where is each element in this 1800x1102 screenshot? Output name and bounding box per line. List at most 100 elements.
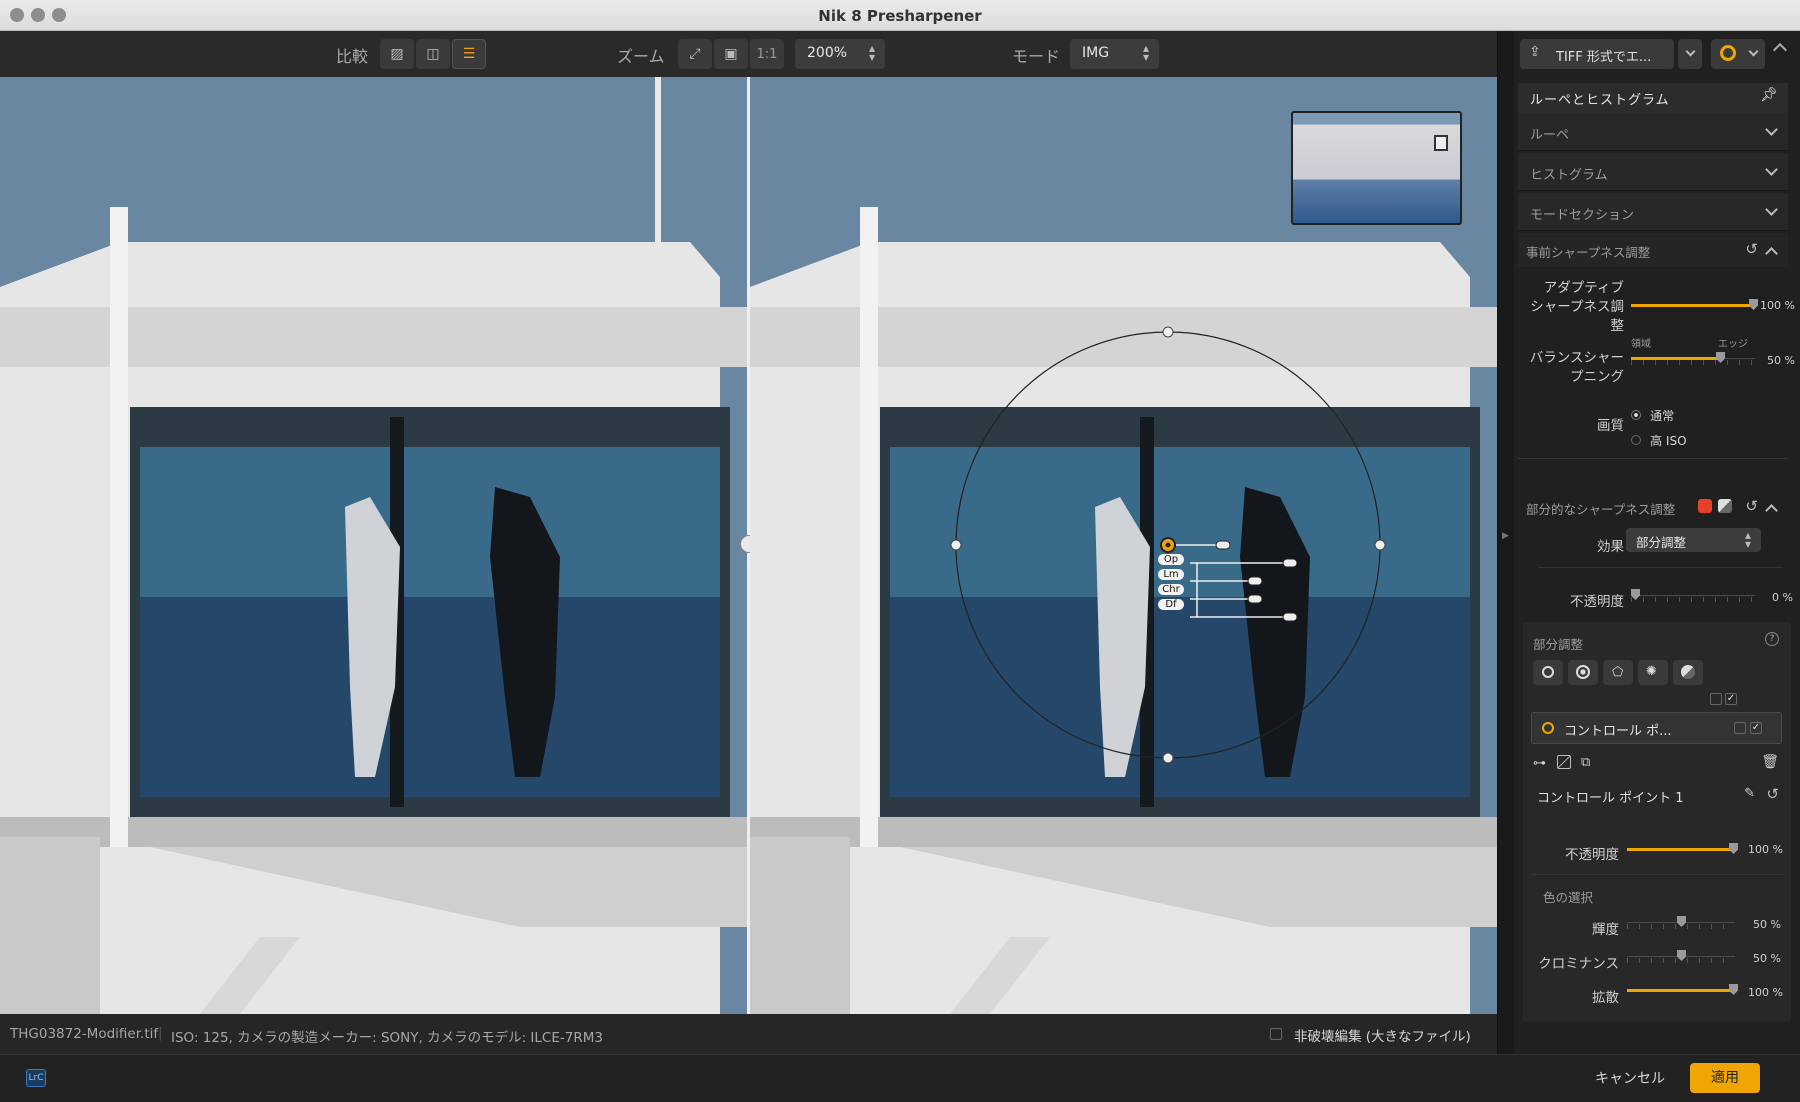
- slider-fill: [1627, 989, 1735, 992]
- luminance-mask-button[interactable]: [1673, 660, 1703, 685]
- opacity-slider[interactable]: [1631, 588, 1755, 602]
- diffusion-slider-handle[interactable]: [1282, 612, 1298, 622]
- luminance-mask-icon: [1681, 665, 1695, 679]
- control-point-list-item[interactable]: コントロール ポ... ✓: [1531, 712, 1782, 744]
- zoom-select[interactable]: 200% ▴ ▾: [795, 39, 885, 69]
- opacity-slider-handle[interactable]: [1282, 558, 1298, 568]
- zoom-fill-button[interactable]: ▣: [714, 39, 748, 69]
- mode-section[interactable]: モードセクション: [1518, 193, 1788, 231]
- image-viewer[interactable]: Op Lm Chr Df: [0, 77, 1497, 1014]
- eyedropper-icon[interactable]: ✎: [1744, 786, 1755, 801]
- loupe-histogram-title: ルーペとヒストグラム: [1530, 93, 1670, 108]
- cancel-button[interactable]: キャンセル: [1595, 1068, 1665, 1088]
- control-point-radius-handle[interactable]: [1162, 326, 1174, 338]
- diffusion-slider[interactable]: [1627, 983, 1738, 997]
- cp-opacity-slider[interactable]: [1627, 842, 1738, 856]
- reset-icon[interactable]: ↺: [1766, 785, 1779, 803]
- chrominance-slider-handle[interactable]: [1247, 594, 1263, 604]
- polygon-tool-button[interactable]: ⬠: [1603, 660, 1633, 685]
- compare-single-button[interactable]: ▨: [380, 39, 414, 69]
- add-control-point-group-button[interactable]: [1568, 660, 1598, 685]
- control-point-name: コントロール ポイント 1: [1537, 791, 1684, 806]
- control-point-labels: Op Lm Chr Df: [1158, 554, 1184, 610]
- effect-select[interactable]: 部分調整 ▴ ▾: [1626, 528, 1761, 552]
- local-adjustments-title: 部分調整: [1533, 637, 1584, 652]
- apply-button[interactable]: 適用: [1690, 1063, 1760, 1093]
- luminance-slider[interactable]: [1627, 915, 1735, 929]
- share-icon: ⇪: [1529, 44, 1541, 60]
- presharpen-title: 事前シャープネス調整: [1526, 245, 1651, 260]
- effect-label: 効果: [1597, 539, 1624, 555]
- chevron-up-icon[interactable]: [1765, 504, 1778, 517]
- reset-icon[interactable]: ↺: [1745, 497, 1758, 515]
- control-point-radius-handle[interactable]: [1374, 539, 1386, 551]
- navigator-toggle-icon[interactable]: [1434, 135, 1448, 151]
- zoom-label: ズーム: [617, 47, 665, 66]
- chevron-up-icon[interactable]: [1765, 247, 1778, 260]
- help-icon[interactable]: ?: [1765, 632, 1779, 646]
- non-destructive-checkbox[interactable]: [1270, 1028, 1282, 1040]
- quality-radio-normal[interactable]: 通常: [1631, 405, 1674, 424]
- mask-view-icon[interactable]: [1557, 755, 1571, 769]
- diffusion-label: 拡散: [1592, 990, 1619, 1006]
- pin-icon[interactable]: 📌︎: [1760, 87, 1778, 103]
- control-point-group-icon: [1576, 665, 1590, 679]
- presets-button[interactable]: [1711, 39, 1765, 69]
- quality-radio-high-iso[interactable]: 高 ISO: [1631, 430, 1687, 449]
- before-pane[interactable]: [0, 77, 748, 1014]
- balance-right-label: エッジ: [1718, 339, 1748, 350]
- show-all-mask-checkbox[interactable]: [1710, 693, 1722, 705]
- partial-sharpen-header[interactable]: 部分的なシャープネス調整 ↺: [1518, 490, 1788, 526]
- zoom-1to1-button[interactable]: 1:1: [750, 39, 784, 69]
- luminance-slider-handle[interactable]: [1247, 576, 1263, 586]
- enable-all-checkbox[interactable]: ✓: [1725, 693, 1737, 705]
- loupe-section[interactable]: ルーペ: [1518, 113, 1788, 151]
- top-toolbar: 比較 ▨ ◫ ☰ ズーム ⤢ ▣ 1:1 200% ▴ ▾ モード IMG ▴ ▾: [0, 31, 1497, 77]
- balance-sharpening-slider[interactable]: [1631, 351, 1755, 365]
- brush-tool-button[interactable]: ✺: [1638, 660, 1668, 685]
- chrominance-label: クロミナンス: [1538, 956, 1619, 972]
- control-point-radius-handle[interactable]: [950, 539, 962, 551]
- duplicate-icon[interactable]: ⧉: [1581, 755, 1590, 770]
- loupe-histogram-header[interactable]: ルーペとヒストグラム 📌︎: [1518, 83, 1788, 113]
- add-control-point-button[interactable]: [1533, 660, 1563, 685]
- window-title: Nik 8 Presharpener: [818, 7, 982, 25]
- split-view-icon: ◫: [426, 46, 440, 62]
- diffusion-value: 100 %: [1748, 986, 1783, 999]
- slider-knob[interactable]: [1729, 984, 1738, 995]
- mode-value: IMG: [1082, 45, 1110, 61]
- title-bar: Nik 8 Presharpener: [0, 0, 1800, 31]
- control-point-radius-handle[interactable]: [1162, 752, 1174, 764]
- presharpen-header[interactable]: 事前シャープネス調整 ↺: [1518, 233, 1788, 267]
- export-dropdown-button[interactable]: [1678, 39, 1702, 69]
- cp-enable-checkbox[interactable]: ✓: [1750, 722, 1762, 734]
- cp-show-mask-checkbox[interactable]: [1734, 722, 1746, 734]
- updown-icon: ▴ ▾: [1142, 41, 1149, 64]
- slider-fill: [1631, 357, 1718, 360]
- reset-icon[interactable]: ↺: [1745, 240, 1758, 258]
- export-button[interactable]: ⇪ TIFF 形式でエ...: [1520, 39, 1674, 69]
- mode-select[interactable]: IMG ▴ ▾: [1070, 39, 1159, 69]
- zoom-fit-button[interactable]: ⤢: [678, 39, 712, 69]
- collapse-panel-icon[interactable]: [1772, 42, 1788, 58]
- red-color-chip-icon[interactable]: [1698, 499, 1712, 513]
- slider-knob[interactable]: [1749, 299, 1758, 310]
- balance-label-line2: プニング: [1570, 369, 1624, 385]
- link-control-points-icon[interactable]: ⊶: [1533, 756, 1546, 771]
- cp-opacity-label: 不透明度: [1565, 847, 1619, 863]
- adaptive-sharpening-slider[interactable]: [1631, 298, 1758, 312]
- chevron-down-icon: [1765, 123, 1778, 136]
- histogram-section[interactable]: ヒストグラム: [1518, 153, 1788, 191]
- after-pane[interactable]: Op Lm Chr Df: [750, 77, 1497, 1014]
- compare-side-by-side-button[interactable]: ☰: [452, 39, 486, 69]
- quality-option-normal: 通常: [1650, 409, 1675, 423]
- chrominance-slider[interactable]: [1627, 949, 1735, 963]
- compare-split-button[interactable]: ◫: [416, 39, 450, 69]
- navigator-thumbnail[interactable]: [1291, 111, 1462, 225]
- mask-toggle-icon[interactable]: [1718, 499, 1732, 513]
- panel-collapse-strip[interactable]: ▶: [1498, 31, 1514, 1054]
- trash-icon[interactable]: 🗑︎: [1761, 754, 1779, 770]
- slider-knob[interactable]: [1729, 843, 1738, 854]
- opacity-value: 0 %: [1772, 591, 1793, 604]
- opacity-label: 不透明度: [1570, 594, 1624, 610]
